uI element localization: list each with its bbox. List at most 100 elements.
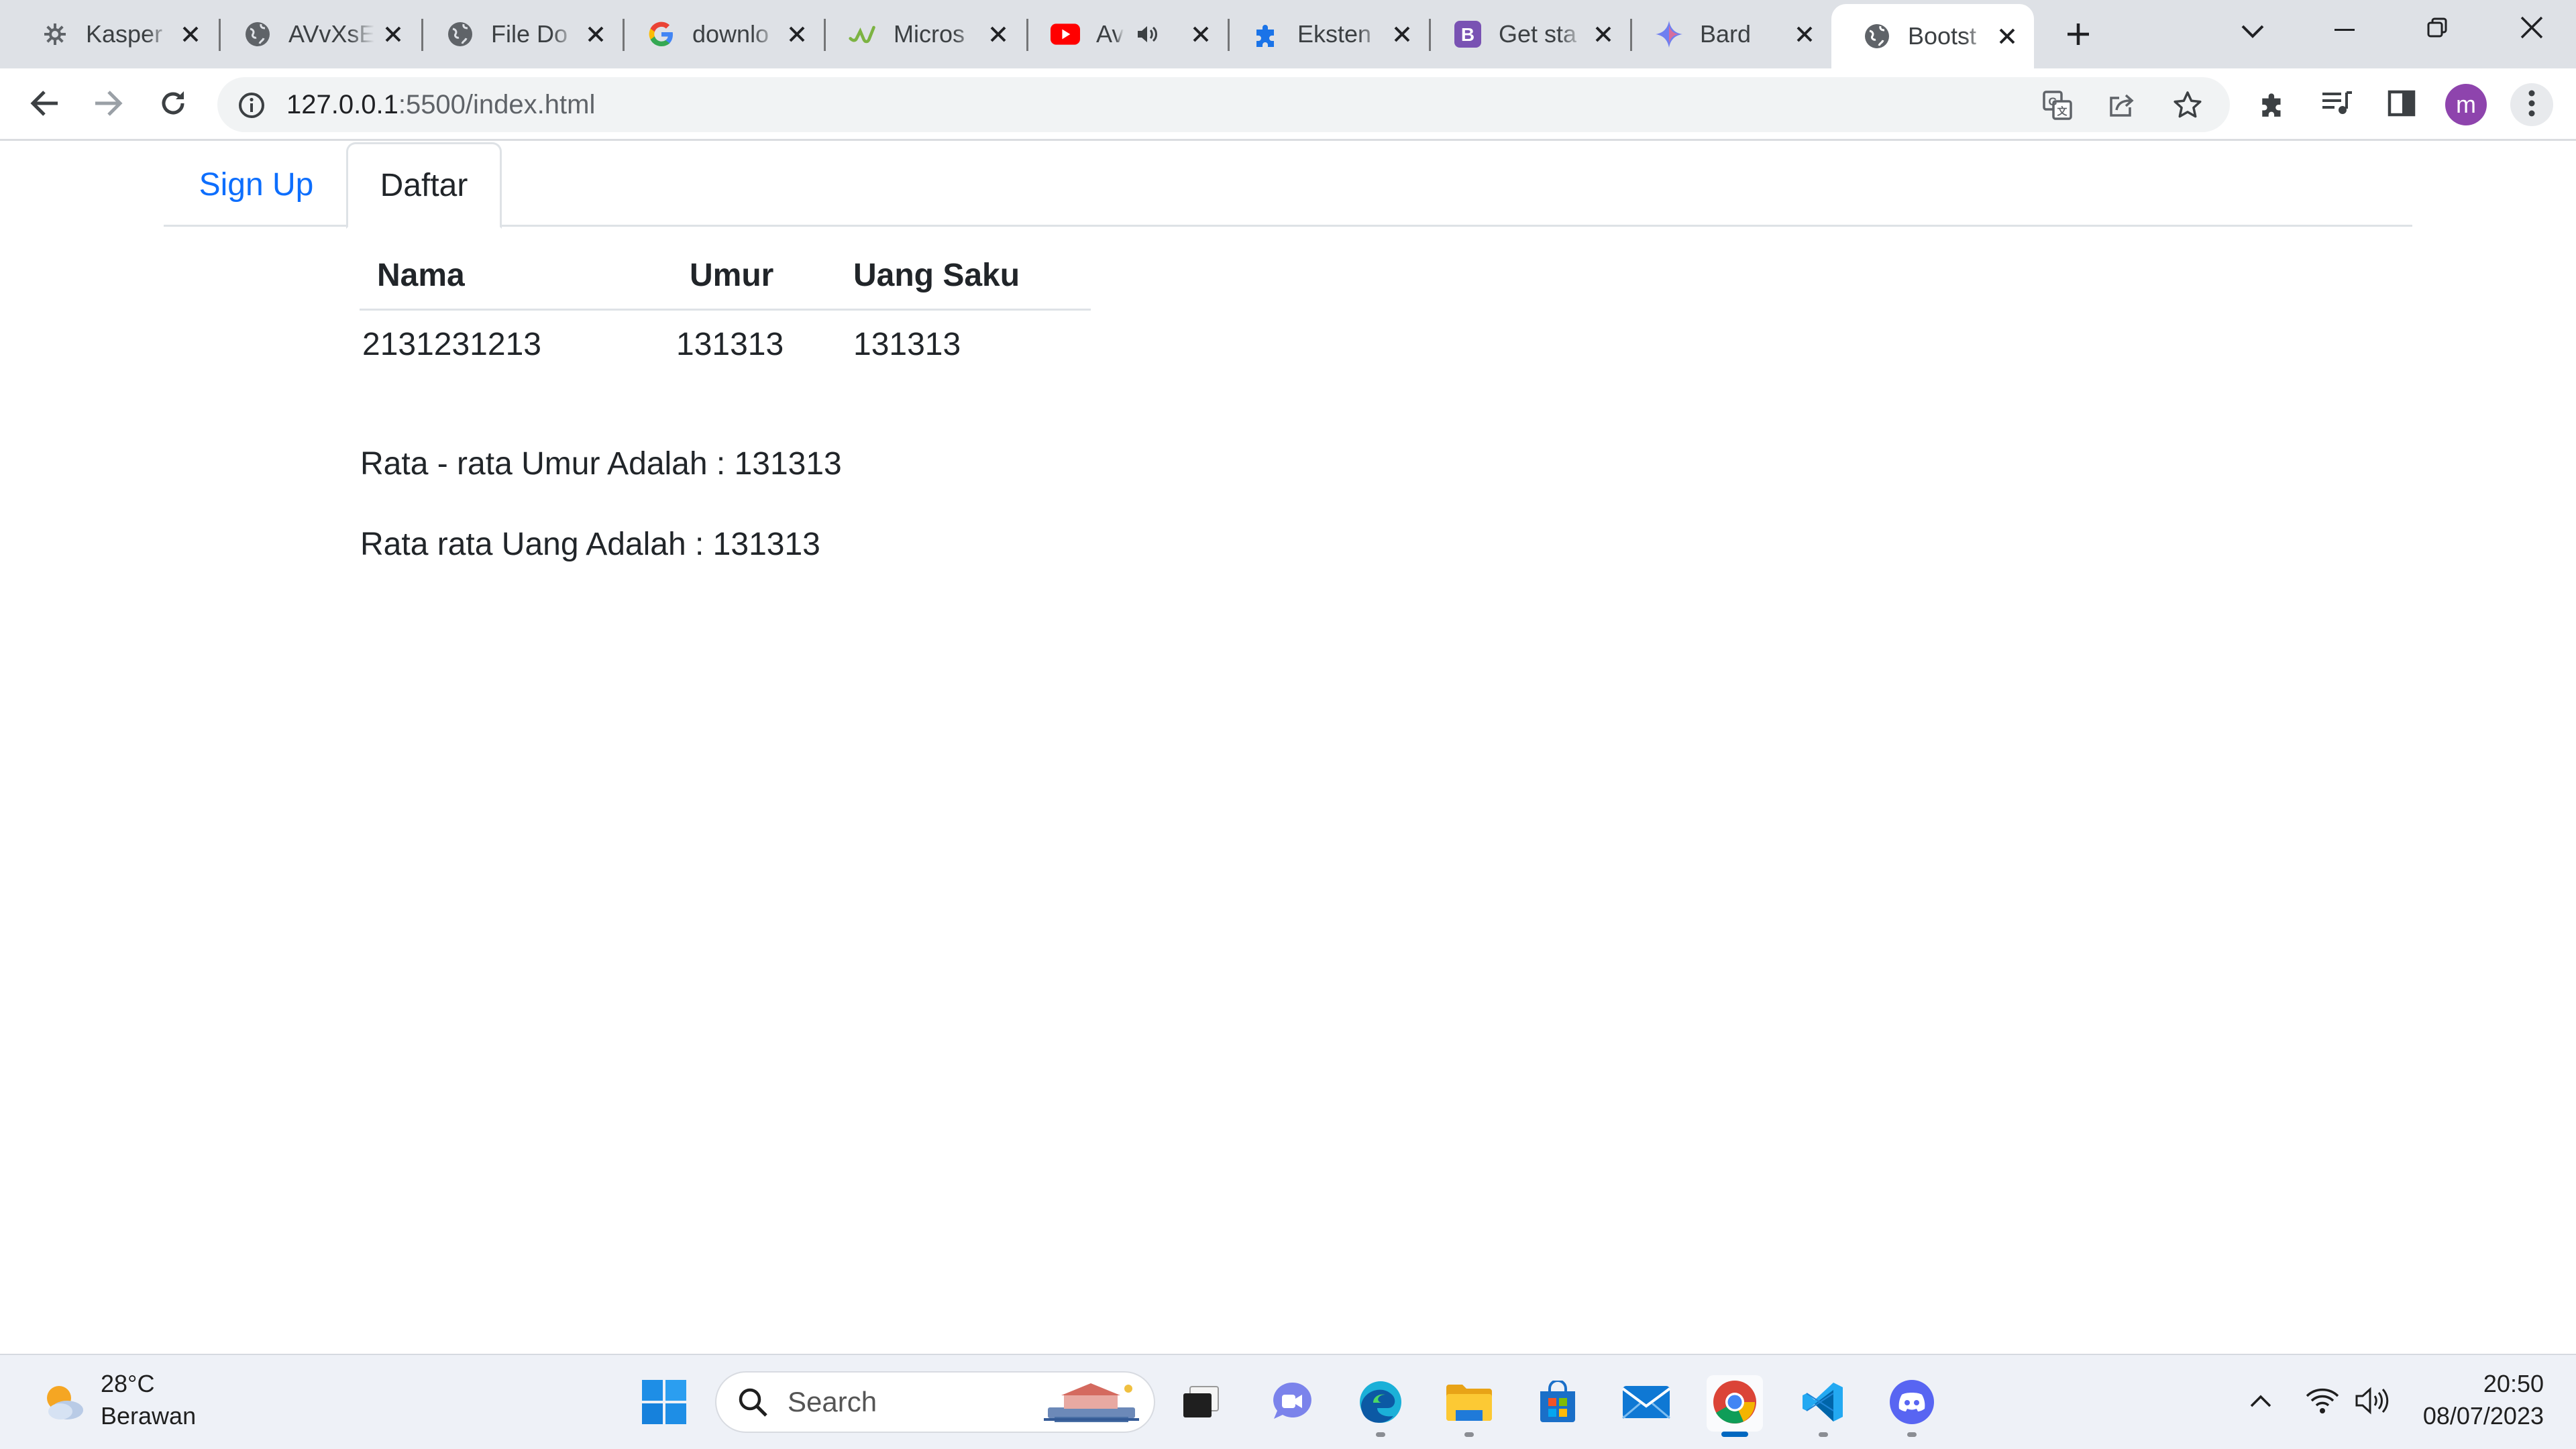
globe-icon [1862, 21, 1892, 51]
tab-search-button[interactable] [2231, 13, 2274, 52]
network-button[interactable] [2302, 1382, 2343, 1422]
bookmark-star-icon[interactable] [2172, 90, 2203, 121]
clock[interactable]: 20:50 08/07/2023 [2402, 1355, 2576, 1449]
browser-tab-avvxse[interactable]: AVvXsE [212, 0, 420, 68]
vscode-button[interactable] [1795, 1375, 1851, 1437]
restore-icon [2427, 17, 2447, 41]
tab-title: Bootst [1908, 22, 1977, 50]
reload-icon [158, 89, 188, 121]
google-icon [647, 19, 676, 49]
table-row: 2131231213 131313 131313 [360, 310, 1091, 378]
close-icon[interactable] [985, 21, 1012, 48]
discord-icon [1888, 1379, 1935, 1429]
tab-sign-up[interactable]: Sign Up [184, 142, 329, 227]
cell-umur: 131313 [676, 326, 784, 362]
speaker-icon [2355, 1387, 2390, 1418]
active-indicator [1721, 1432, 1748, 1437]
mail-button[interactable] [1618, 1375, 1674, 1432]
browser-tab-microsoft[interactable]: Micros [817, 0, 1025, 68]
new-tab-button[interactable] [2057, 15, 2100, 54]
task-view-button[interactable] [1173, 1375, 1229, 1432]
restore-button[interactable] [2400, 0, 2474, 58]
header-nama: Nama [360, 241, 676, 311]
address-bar[interactable]: 127.0.0.1:5500/index.html G文 [217, 77, 2230, 132]
tab-title: Av [1096, 20, 1124, 48]
search-highlight-icon [1041, 1379, 1142, 1431]
browser-tab-google-download[interactable]: downlo [616, 0, 824, 68]
discord-button[interactable] [1884, 1375, 1940, 1437]
reload-button[interactable] [152, 83, 195, 126]
close-icon[interactable] [784, 21, 810, 48]
close-window-button[interactable] [2491, 0, 2572, 58]
profile-button[interactable]: m [2445, 83, 2487, 126]
close-icon[interactable] [177, 21, 204, 48]
browser-tab-bard[interactable]: Bard [1623, 0, 1831, 68]
edge-icon [1357, 1379, 1404, 1429]
chevron-down-icon [2241, 24, 2265, 42]
side-panel-button[interactable] [2380, 83, 2423, 126]
forward-arrow-icon [94, 90, 123, 120]
avatar: m [2445, 84, 2487, 125]
close-icon[interactable] [1187, 21, 1214, 48]
learn-icon [848, 19, 877, 49]
taskbar-search[interactable]: Search [715, 1371, 1155, 1433]
minimize-button[interactable] [2308, 0, 2381, 58]
browser-tab-kaspersky[interactable]: Kasper [9, 0, 217, 68]
site-info-icon[interactable] [237, 91, 266, 119]
vscode-icon [1801, 1380, 1845, 1428]
media-control-button[interactable] [2316, 83, 2359, 126]
volume-button[interactable] [2352, 1382, 2392, 1422]
browser-tab-youtube[interactable]: Av [1020, 0, 1228, 68]
chrome-icon [1711, 1379, 1758, 1429]
share-icon[interactable] [2107, 90, 2138, 121]
cell-nama: 2131231213 [362, 326, 541, 362]
chrome-button[interactable] [1707, 1375, 1763, 1437]
chrome-menu-button[interactable] [2510, 83, 2553, 126]
teams-chat-button[interactable] [1264, 1375, 1320, 1432]
bard-icon [1654, 19, 1684, 49]
folder-icon [1445, 1382, 1493, 1426]
close-icon[interactable] [1994, 23, 2021, 50]
forward-button[interactable] [87, 83, 130, 126]
close-icon[interactable] [1590, 21, 1617, 48]
file-explorer-button[interactable] [1441, 1375, 1497, 1437]
tab-title: downlo [692, 20, 769, 48]
tab-title: Micros [894, 20, 965, 48]
extensions-button[interactable] [2251, 83, 2294, 126]
start-button[interactable] [636, 1375, 692, 1432]
svg-text:G: G [2048, 95, 2057, 108]
wifi-icon [2305, 1387, 2340, 1418]
weather-widget[interactable]: 28°C Berawan [34, 1363, 208, 1442]
back-button[interactable] [23, 83, 66, 126]
svg-text:文: 文 [2057, 105, 2068, 117]
tab-daftar[interactable]: Daftar [346, 142, 502, 229]
browser-tab-file-download[interactable]: File Do [415, 0, 623, 68]
youtube-icon [1051, 19, 1080, 49]
weather-desc: Berawan [101, 1402, 197, 1430]
browser-tab-bootstrap-active[interactable]: Bootst [1831, 4, 2034, 68]
url-host: 127.0.0.1 [286, 90, 398, 119]
edge-button[interactable] [1352, 1375, 1409, 1437]
close-icon[interactable] [1389, 21, 1415, 48]
close-icon[interactable] [1791, 21, 1818, 48]
store-icon [1536, 1379, 1579, 1427]
browser-tab-get-started[interactable]: B Get sta [1422, 0, 1630, 68]
browser-tab-ekstensi[interactable]: Eksten [1221, 0, 1429, 68]
url-text[interactable]: 127.0.0.1:5500/index.html [286, 77, 595, 132]
tab-title: AVvXsE [288, 20, 374, 48]
speaker-icon[interactable] [1133, 19, 1163, 49]
microsoft-store-button[interactable] [1529, 1375, 1586, 1432]
show-hidden-icons-button[interactable] [2241, 1382, 2281, 1422]
more-vert-icon [2528, 89, 2536, 121]
profile-initial: m [2456, 91, 2476, 118]
tab-title: Get sta [1499, 20, 1577, 48]
extension-icon [1252, 19, 1281, 49]
running-indicator [1819, 1432, 1828, 1437]
chevron-up-icon [2249, 1393, 2272, 1411]
close-icon[interactable] [380, 21, 407, 48]
translate-icon[interactable]: G文 [2042, 90, 2073, 121]
clock-time: 20:50 [2483, 1370, 2544, 1397]
url-path: :5500/index.html [398, 90, 596, 119]
globe-icon [243, 19, 272, 49]
close-icon[interactable] [582, 21, 609, 48]
